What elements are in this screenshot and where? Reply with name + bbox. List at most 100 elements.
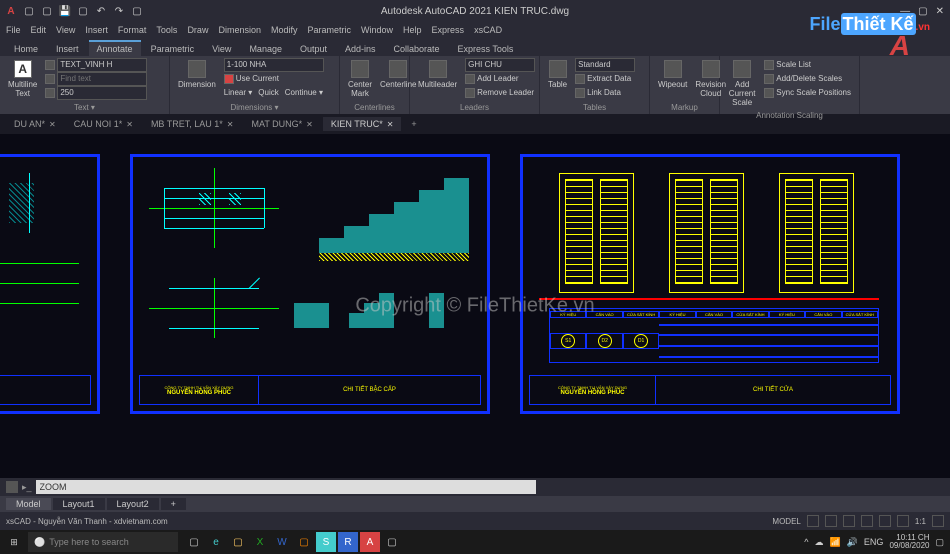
text-height-input[interactable]: [43, 86, 149, 99]
snap-icon[interactable]: [825, 515, 837, 527]
find-text-input[interactable]: [43, 72, 149, 85]
tab-insert[interactable]: Insert: [48, 42, 87, 56]
add-layout-button[interactable]: +: [161, 498, 186, 510]
model-tab[interactable]: Model: [6, 498, 51, 510]
new-tab-button[interactable]: +: [403, 117, 424, 131]
doc-tab[interactable]: CAU NOI 1*✕: [66, 117, 141, 131]
doc-tab[interactable]: MB TRET, LAU 1*✕: [143, 117, 242, 131]
layout-tab[interactable]: Layout1: [53, 498, 105, 510]
wipeout-button[interactable]: Wipeout: [656, 58, 689, 91]
menu-window[interactable]: Window: [361, 25, 393, 35]
menu-express[interactable]: Express: [432, 25, 465, 35]
tab-addins[interactable]: Add-ins: [337, 42, 384, 56]
menu-dimension[interactable]: Dimension: [218, 25, 261, 35]
add-leader-button[interactable]: Add Leader: [463, 72, 537, 85]
wifi-icon[interactable]: 📶: [829, 537, 840, 548]
ortho-icon[interactable]: [843, 515, 855, 527]
sync-scale-button[interactable]: Sync Scale Positions: [762, 86, 853, 99]
menu-parametric[interactable]: Parametric: [308, 25, 352, 35]
text-style-input[interactable]: [57, 58, 147, 72]
panel-text-title[interactable]: Text ▾: [6, 101, 163, 112]
close-icon[interactable]: ✕: [227, 120, 234, 129]
menu-view[interactable]: View: [56, 25, 75, 35]
cmd-icon[interactable]: [6, 481, 18, 493]
close-icon[interactable]: ✕: [306, 120, 313, 129]
panel-leaders-title[interactable]: Leaders: [416, 101, 533, 112]
close-icon[interactable]: ✕: [49, 120, 56, 129]
multileader-button[interactable]: Multileader: [416, 58, 459, 91]
doc-tab[interactable]: DU AN*✕: [6, 117, 64, 131]
menu-tools[interactable]: Tools: [156, 25, 177, 35]
tab-express[interactable]: Express Tools: [450, 42, 522, 56]
close-icon[interactable]: ✕: [936, 6, 944, 17]
settings-icon[interactable]: [932, 515, 944, 527]
tab-manage[interactable]: Manage: [241, 42, 290, 56]
sketchup-icon[interactable]: S: [316, 532, 336, 552]
notifications-icon[interactable]: ▢: [935, 537, 944, 548]
grid-icon[interactable]: [807, 515, 819, 527]
remove-leader-button[interactable]: Remove Leader: [463, 86, 537, 99]
close-icon[interactable]: ✕: [126, 120, 133, 129]
panel-dim-title[interactable]: Dimensions ▾: [176, 101, 333, 112]
tab-output[interactable]: Output: [292, 42, 335, 56]
qat-new-icon[interactable]: ▢: [22, 6, 36, 17]
doc-tab[interactable]: MAT DUNG*✕: [244, 117, 321, 131]
menu-help[interactable]: Help: [403, 25, 422, 35]
table-button[interactable]: Table: [546, 58, 569, 91]
volume-icon[interactable]: 🔊: [847, 537, 858, 548]
menu-modify[interactable]: Modify: [271, 25, 298, 35]
extract-data-button[interactable]: Extract Data: [573, 72, 637, 85]
menu-edit[interactable]: Edit: [31, 25, 47, 35]
menu-draw[interactable]: Draw: [187, 25, 208, 35]
app-icon[interactable]: ▢: [294, 532, 314, 552]
dim-quick-button[interactable]: Quick: [258, 88, 278, 97]
qat-open-icon[interactable]: ▢: [40, 6, 54, 17]
otrack-icon[interactable]: [897, 515, 909, 527]
lang-indicator[interactable]: ENG: [864, 537, 884, 547]
menu-format[interactable]: Format: [118, 25, 147, 35]
layout-tab[interactable]: Layout2: [107, 498, 159, 510]
dim-linear-button[interactable]: Linear ▾: [224, 88, 252, 97]
qat-undo-icon[interactable]: ↶: [94, 6, 108, 17]
close-icon[interactable]: ✕: [387, 120, 394, 129]
drawing-canvas[interactable]: CÔNG TY TNHH TƯ VẤN XÂY DỰNGNGUYỄN HỒNG …: [0, 134, 950, 478]
task-view-icon[interactable]: ▢: [184, 532, 204, 552]
tab-view[interactable]: View: [204, 42, 239, 56]
autocad-icon[interactable]: A: [360, 532, 380, 552]
start-button[interactable]: ⊞: [0, 537, 28, 548]
leader-style-dropdown[interactable]: [463, 58, 537, 71]
app-icon[interactable]: A: [4, 6, 18, 17]
table-style-dropdown[interactable]: [573, 58, 637, 71]
add-delete-scales-button[interactable]: Add/Delete Scales: [762, 72, 853, 85]
tab-parametric[interactable]: Parametric: [143, 42, 203, 56]
center-mark-button[interactable]: Center Mark: [346, 58, 374, 100]
word-icon[interactable]: W: [272, 532, 292, 552]
excel-icon[interactable]: X: [250, 532, 270, 552]
link-data-button[interactable]: Link Data: [573, 86, 637, 99]
qat-plot-icon[interactable]: ▢: [130, 6, 144, 17]
tab-collaborate[interactable]: Collaborate: [386, 42, 448, 56]
menu-file[interactable]: File: [6, 25, 21, 35]
edge-icon[interactable]: e: [206, 532, 226, 552]
dim-scale-dropdown[interactable]: [222, 58, 326, 71]
tab-annotate[interactable]: Annotate: [89, 40, 141, 56]
qat-saveas-icon[interactable]: ▢: [76, 6, 90, 17]
polar-icon[interactable]: [861, 515, 873, 527]
text-style-dropdown[interactable]: [43, 58, 149, 71]
clock[interactable]: 10:11 CH 09/08/2020: [889, 534, 929, 550]
add-current-scale-button[interactable]: Add Current Scale: [726, 58, 758, 109]
taskbar-search[interactable]: ⚪ Type here to search: [28, 532, 178, 552]
dim-use-current[interactable]: Use Current: [222, 72, 326, 85]
multiline-text-button[interactable]: A Multiline Text: [6, 58, 39, 100]
explorer-icon[interactable]: ▢: [228, 532, 248, 552]
dim-continue-button[interactable]: Continue ▾: [285, 88, 323, 97]
app-icon[interactable]: ▢: [382, 532, 402, 552]
qat-save-icon[interactable]: 💾: [58, 6, 72, 17]
tray-up-icon[interactable]: ^: [804, 537, 808, 547]
menu-xscad[interactable]: xsCAD: [474, 25, 502, 35]
doc-tab[interactable]: KIEN TRUC*✕: [323, 117, 402, 131]
onedrive-icon[interactable]: ☁: [814, 537, 823, 548]
scale-indicator[interactable]: 1:1: [915, 517, 926, 526]
dimension-button[interactable]: Dimension: [176, 58, 218, 91]
panel-tables-title[interactable]: Tables: [546, 101, 643, 112]
